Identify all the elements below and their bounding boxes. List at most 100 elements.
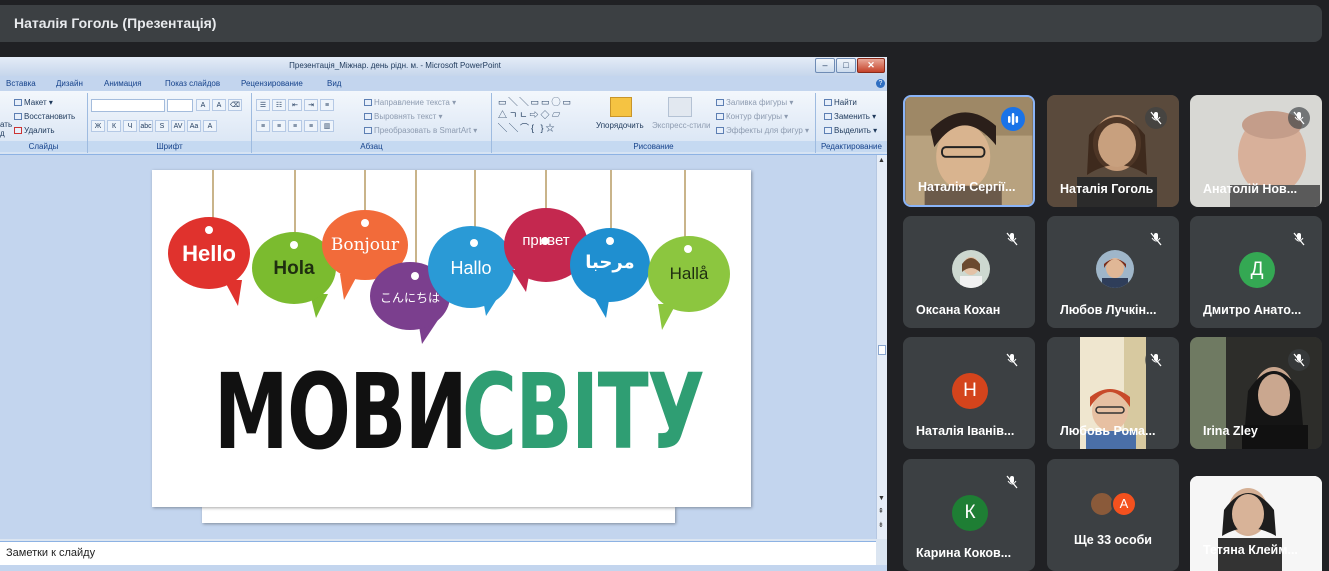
tab-insert[interactable]: Вставка [6, 79, 36, 88]
bullets-button[interactable]: ☰ [256, 99, 270, 111]
bubble-pin [411, 272, 419, 280]
participant-tile[interactable]: Наталія Гоголь [1047, 95, 1179, 207]
reset-button[interactable]: Восстановить [14, 112, 75, 121]
minimize-button[interactable]: – [815, 58, 835, 73]
font-color-button[interactable]: A [203, 120, 217, 132]
quick-styles-button[interactable]: Экспресс-стили [652, 121, 711, 130]
indent-more-button[interactable]: ⇥ [304, 99, 318, 111]
text-direction-icon [364, 99, 372, 106]
participant-tile[interactable]: К Карина Коков... [903, 459, 1035, 571]
align-left-button[interactable]: ≡ [256, 120, 270, 132]
participant-tile[interactable]: Тетяна Клейм... [1190, 476, 1322, 571]
participant-tile[interactable]: Любов Лучкін... [1047, 216, 1179, 328]
tab-review[interactable]: Рецензирование [241, 79, 303, 88]
layout-button[interactable]: Макет ▾ [14, 98, 53, 107]
delete-slide-button[interactable]: Удалить [14, 126, 55, 135]
slide-workspace: Hello Hola Bonjour こんにちは Hallo привет مر… [0, 155, 876, 539]
ribbon-cut-label: ать [0, 120, 13, 129]
list-buttons: ☰ ☷ ⇤ ⇥ ≡ [256, 99, 334, 112]
participant-tile[interactable]: Анатолій Нов... [1190, 95, 1322, 207]
smartart-button[interactable]: Преобразовать в SmartArt ▾ [364, 126, 477, 135]
align-right-button[interactable]: ≡ [288, 120, 302, 132]
numbering-button[interactable]: ☷ [272, 99, 286, 111]
shrink-font-button[interactable]: A [212, 99, 226, 111]
line-spacing-button[interactable]: ≡ [320, 99, 334, 111]
avatar [952, 250, 990, 288]
align-text-button[interactable]: Выровнять текст ▾ [364, 112, 443, 121]
smartart-icon [364, 127, 372, 134]
columns-button[interactable]: ▥ [320, 120, 334, 132]
ribbon-group-drawing: ▭╲╲▭▭◯▭ △ㄱㄴ⇨◇▱ ╲╲⌒{ }☆ Упорядочить Экспр… [492, 93, 816, 153]
tab-slideshow[interactable]: Показ слайдов [165, 79, 220, 88]
bold-button[interactable]: Ж [91, 120, 105, 132]
participant-tile[interactable]: Д Дмитро Анато... [1190, 216, 1322, 328]
scroll-up-icon[interactable]: ▲ [878, 157, 885, 164]
participant-name: Наталія Іванів... [916, 424, 1015, 438]
participant-tile[interactable]: Н Наталія Іванів... [903, 337, 1035, 449]
maximize-button[interactable]: □ [836, 58, 856, 73]
tab-animation[interactable]: Анимация [104, 79, 142, 88]
participant-name: Любовь Рома... [1060, 424, 1156, 438]
avatar [1096, 250, 1134, 288]
tab-view[interactable]: Вид [327, 79, 341, 88]
scroll-thumb[interactable] [878, 345, 886, 355]
replace-button[interactable]: Заменить ▾ [824, 112, 876, 121]
shape-effects-button[interactable]: Эффекты для фигур ▾ [716, 126, 809, 135]
bubble-pin [470, 239, 478, 247]
participant-tile[interactable]: Оксана Кохан [903, 216, 1035, 328]
next-slide-edge [202, 507, 675, 523]
clear-format-button[interactable]: ⌫ [228, 99, 242, 111]
help-icon[interactable]: ? [876, 79, 885, 88]
ribbon-tabs: Вставка Дизайн Анимация Показ слайдов Ре… [0, 76, 887, 91]
scroll-down-icon[interactable]: ▼ [878, 495, 885, 502]
mic-off-icon [1288, 228, 1310, 250]
spacing-button[interactable]: AV [171, 120, 185, 132]
shapes-gallery[interactable]: ▭╲╲▭▭◯▭ △ㄱㄴ⇨◇▱ ╲╲⌒{ }☆ [498, 96, 584, 136]
next-slide-icon[interactable]: ⇟ [878, 521, 884, 529]
mic-off-icon [1001, 228, 1023, 250]
ppt-titlebar: Презентація_Міжнар. день рідн. м. - Micr… [0, 57, 887, 76]
shape-fill-button[interactable]: Заливка фигуры ▾ [716, 98, 793, 107]
presenter-banner: Наталія Гоголь (Презентація) [0, 5, 1322, 42]
close-button[interactable]: ✕ [857, 58, 885, 73]
indent-less-button[interactable]: ⇤ [288, 99, 302, 111]
participant-tile[interactable]: Любовь Рома... [1047, 337, 1179, 449]
mic-off-icon [1145, 349, 1167, 371]
underline-button[interactable]: Ч [123, 120, 137, 132]
quick-styles-icon [668, 97, 692, 117]
mic-off-icon [1145, 228, 1167, 250]
mic-off-icon [1288, 107, 1310, 129]
current-slide[interactable]: Hello Hola Bonjour こんにちは Hallo привет مر… [152, 170, 751, 507]
select-button[interactable]: Выделить ▾ [824, 126, 877, 135]
case-button[interactable]: Aa [187, 120, 201, 132]
shadow-button[interactable]: S [155, 120, 169, 132]
text-direction-button[interactable]: Направление текста ▾ [364, 98, 456, 107]
align-text-icon [364, 113, 372, 120]
shape-outline-button[interactable]: Контур фигуры ▾ [716, 112, 788, 121]
more-participants-tile[interactable]: А Ще 33 особи [1047, 459, 1179, 571]
font-format-buttons: Ж К Ч abc S AV Aa A [91, 120, 217, 133]
mic-off-icon [1145, 107, 1167, 129]
prev-slide-icon[interactable]: ⇞ [878, 507, 884, 515]
slide-notes[interactable]: Заметки к слайду [0, 541, 876, 565]
bubble-pin [361, 219, 369, 227]
font-name-select[interactable] [91, 99, 165, 112]
avatar: А [1111, 491, 1137, 517]
tab-design[interactable]: Дизайн [56, 79, 83, 88]
reset-icon [14, 113, 22, 120]
font-grow-shrink: A A ⌫ [196, 99, 242, 112]
bubble-text: Hallå [669, 264, 709, 283]
ribbon-group-editing: Найти Заменить ▾ Выделить ▾ Редактирован… [816, 93, 887, 153]
justify-button[interactable]: ≡ [304, 120, 318, 132]
find-button[interactable]: Найти [824, 98, 857, 107]
strike-button[interactable]: abc [139, 120, 153, 132]
bubble-pin [606, 237, 614, 245]
align-center-button[interactable]: ≡ [272, 120, 286, 132]
arrange-button[interactable]: Упорядочить [596, 121, 644, 130]
participant-tile[interactable]: Irina Zley [1190, 337, 1322, 449]
vertical-scrollbar[interactable]: ▲ ▼ ⇞ ⇟ [876, 155, 887, 539]
participant-tile[interactable]: Наталія Сергії... [903, 95, 1035, 207]
font-size-select[interactable] [167, 99, 193, 112]
italic-button[interactable]: К [107, 120, 121, 132]
grow-font-button[interactable]: A [196, 99, 210, 111]
